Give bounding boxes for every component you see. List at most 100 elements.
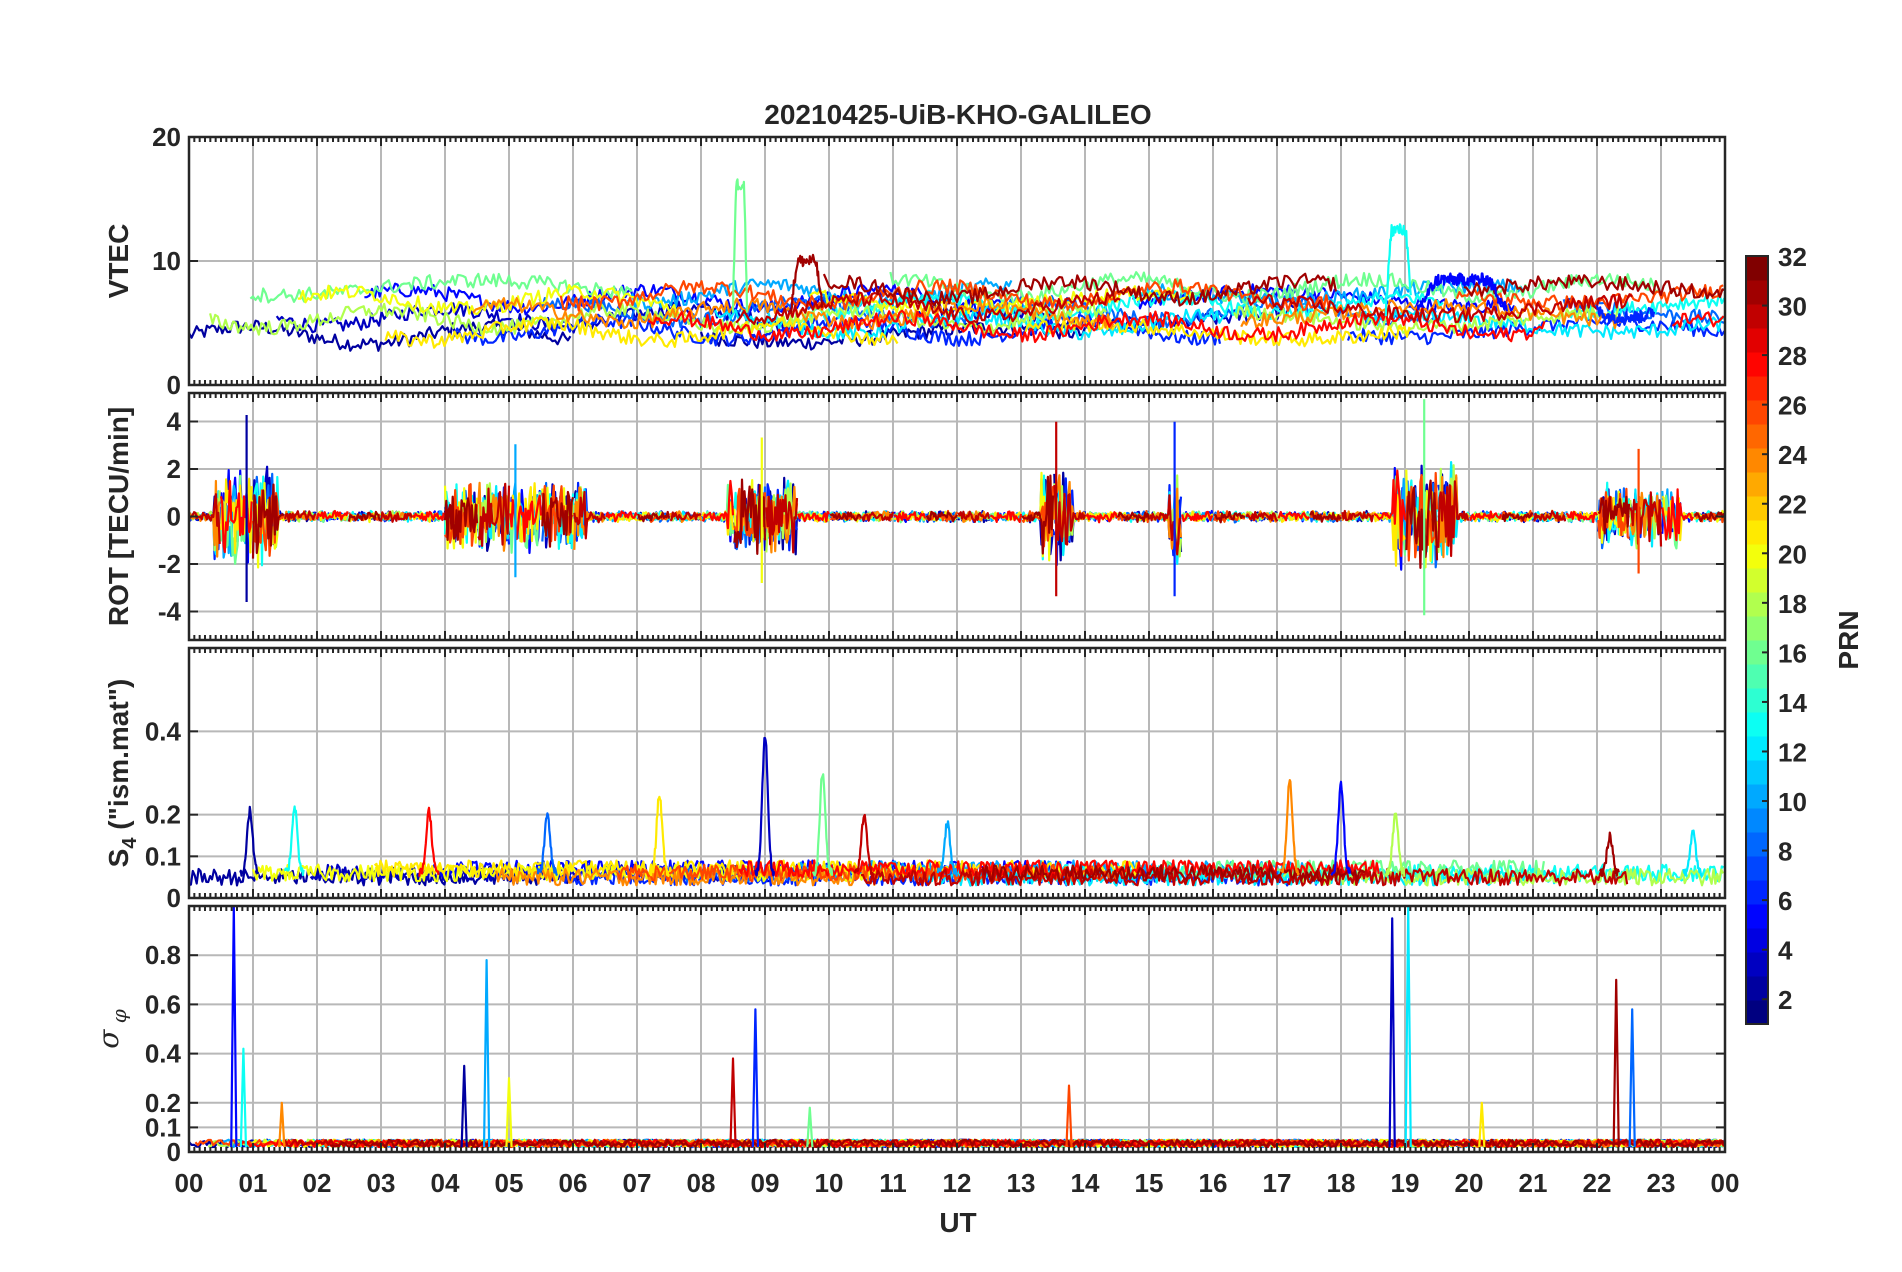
x-tick-label: 06 bbox=[559, 1168, 588, 1198]
x-tick-label: 17 bbox=[1263, 1168, 1292, 1198]
colorbar-bin bbox=[1746, 712, 1768, 737]
colorbar-bin bbox=[1746, 376, 1768, 401]
x-tick-label: 10 bbox=[815, 1168, 844, 1198]
colorbar-label: PRN bbox=[1833, 610, 1864, 669]
y-tick-label: 4 bbox=[167, 407, 182, 437]
colorbar-bin bbox=[1746, 664, 1768, 689]
y-tick-label: -2 bbox=[158, 549, 181, 579]
colorbar-bin bbox=[1746, 472, 1768, 497]
x-tick-label: 16 bbox=[1199, 1168, 1228, 1198]
y-tick-label: 0.4 bbox=[145, 716, 182, 746]
colorbar-tick-label: 28 bbox=[1778, 341, 1807, 371]
x-tick-label: 20 bbox=[1455, 1168, 1484, 1198]
colorbar-bin bbox=[1746, 688, 1768, 713]
colorbar-tick-label: 24 bbox=[1778, 440, 1807, 470]
colorbar-bin bbox=[1746, 496, 1768, 521]
colorbar: 2468101214161820222426283032PRN bbox=[1745, 242, 1864, 1025]
x-tick-label: 09 bbox=[751, 1168, 780, 1198]
y-tick-label: 2 bbox=[167, 454, 181, 484]
rot-trace-prn bbox=[189, 479, 221, 558]
colorbar-bin bbox=[1746, 784, 1768, 809]
colorbar-bin bbox=[1746, 256, 1768, 281]
colorbar-bin bbox=[1746, 856, 1768, 881]
colorbar-tick-label: 16 bbox=[1778, 638, 1807, 668]
x-tick-label: 22 bbox=[1583, 1168, 1612, 1198]
sigma-peak bbox=[1388, 917, 1396, 1148]
colorbar-bin bbox=[1746, 304, 1768, 329]
colorbar-bin bbox=[1746, 520, 1768, 545]
y-tick-label: -4 bbox=[158, 597, 182, 627]
y-tick-label: 0.4 bbox=[145, 1039, 182, 1069]
y-tick-label: 0.6 bbox=[145, 989, 181, 1019]
x-tick-label: 21 bbox=[1519, 1168, 1548, 1198]
x-tick-label: 05 bbox=[495, 1168, 524, 1198]
x-tick-label: 00 bbox=[1711, 1168, 1740, 1198]
y-axis-label: ROT [TECU/min] bbox=[103, 407, 134, 626]
panel-1: 0 10 20 VTEC bbox=[103, 122, 1727, 400]
x-tick-label: 13 bbox=[1007, 1168, 1036, 1198]
sigma-peak bbox=[1065, 1084, 1073, 1148]
y-tick-label: 0.8 bbox=[145, 940, 181, 970]
sigma-peak bbox=[230, 906, 238, 1148]
colorbar-tick-label: 2 bbox=[1778, 985, 1792, 1015]
colorbar-tick-label: 22 bbox=[1778, 490, 1807, 520]
vtec-trace-prn bbox=[1354, 308, 1725, 340]
x-tick-label: 00 bbox=[175, 1168, 204, 1198]
colorbar-tick-label: 32 bbox=[1778, 242, 1807, 272]
colorbar-bin bbox=[1746, 592, 1768, 617]
y-tick-label: 0.1 bbox=[145, 841, 181, 871]
colorbar-tick-label: 10 bbox=[1778, 787, 1807, 817]
s4-peak bbox=[648, 795, 671, 878]
panel-4: 00.10.20.40.60.8σ φ bbox=[92, 904, 1727, 1167]
colorbar-tick-label: 20 bbox=[1778, 539, 1807, 569]
x-tick-label: 18 bbox=[1327, 1168, 1356, 1198]
panels: 01020VTEC-4-2024ROT [TECU/min]00.10.20.4… bbox=[92, 122, 1739, 1198]
colorbar-bin bbox=[1746, 328, 1768, 353]
colorbar-bin bbox=[1746, 568, 1768, 593]
colorbar-bin bbox=[1746, 760, 1768, 785]
colorbar-tick-label: 18 bbox=[1778, 589, 1807, 619]
colorbar-bin bbox=[1746, 952, 1768, 977]
x-tick-label: 07 bbox=[623, 1168, 652, 1198]
colorbar-bin bbox=[1746, 832, 1768, 857]
colorbar-bin bbox=[1746, 736, 1768, 761]
x-tick-label: 12 bbox=[943, 1168, 972, 1198]
panel-3: 0 0.1 0.2 0.4S4 ("ism.mat") bbox=[103, 646, 1727, 913]
x-tick-label: 11 bbox=[879, 1168, 907, 1198]
colorbar-bin bbox=[1746, 976, 1768, 1001]
s4-peak bbox=[239, 805, 260, 877]
colorbar-bin bbox=[1746, 424, 1768, 449]
sigma-peak bbox=[460, 1064, 468, 1148]
x-tick-label: 03 bbox=[367, 1168, 396, 1198]
figure: 20210425-UiB-KHO-GALILEO 01020VTEC-4-202… bbox=[92, 99, 1864, 1238]
colorbar-bin bbox=[1746, 808, 1768, 833]
x-tick-label: 08 bbox=[687, 1168, 716, 1198]
y-axis-label: σ φ bbox=[92, 1009, 131, 1049]
y-axis-label: S4 ("ism.mat") bbox=[103, 679, 141, 868]
x-tick-label: 01 bbox=[239, 1168, 268, 1198]
colorbar-bin bbox=[1746, 616, 1768, 641]
y-tick-label: 10 bbox=[152, 246, 181, 276]
colorbar-bin bbox=[1746, 448, 1768, 473]
x-tick-label: 23 bbox=[1647, 1168, 1676, 1198]
colorbar-tick-label: 8 bbox=[1778, 837, 1792, 867]
y-tick-label: 0 bbox=[167, 370, 181, 400]
colorbar-bin bbox=[1746, 904, 1768, 929]
y-tick-label: 20 bbox=[152, 122, 181, 152]
x-axis: 00 01 02 03 04 05 06 07 08 09 10 11 12 13 14 15 16 17 18 19… bbox=[175, 1168, 1740, 1198]
y-tick-label: 0 bbox=[167, 883, 181, 913]
x-tick-label: 15 bbox=[1135, 1168, 1164, 1198]
chart-title: 20210425-UiB-KHO-GALILEO bbox=[764, 99, 1151, 130]
colorbar-tick-label: 30 bbox=[1778, 292, 1807, 322]
y-tick-label: 0.2 bbox=[145, 1088, 181, 1118]
y-tick-label: 0 bbox=[167, 502, 181, 532]
colorbar-tick-label: 14 bbox=[1778, 688, 1807, 718]
sigma-peak bbox=[1404, 906, 1412, 1148]
colorbar-bin bbox=[1746, 544, 1768, 569]
s4-peak bbox=[1682, 829, 1703, 878]
panel-2: -4 -2 0 2 4 ROT [TECU/min] bbox=[103, 391, 1727, 642]
colorbar-tick-label: 26 bbox=[1778, 391, 1807, 421]
y-tick-label: 0.2 bbox=[145, 800, 181, 830]
colorbar-tick-label: 12 bbox=[1778, 737, 1807, 767]
sigma-peak bbox=[239, 1047, 248, 1148]
